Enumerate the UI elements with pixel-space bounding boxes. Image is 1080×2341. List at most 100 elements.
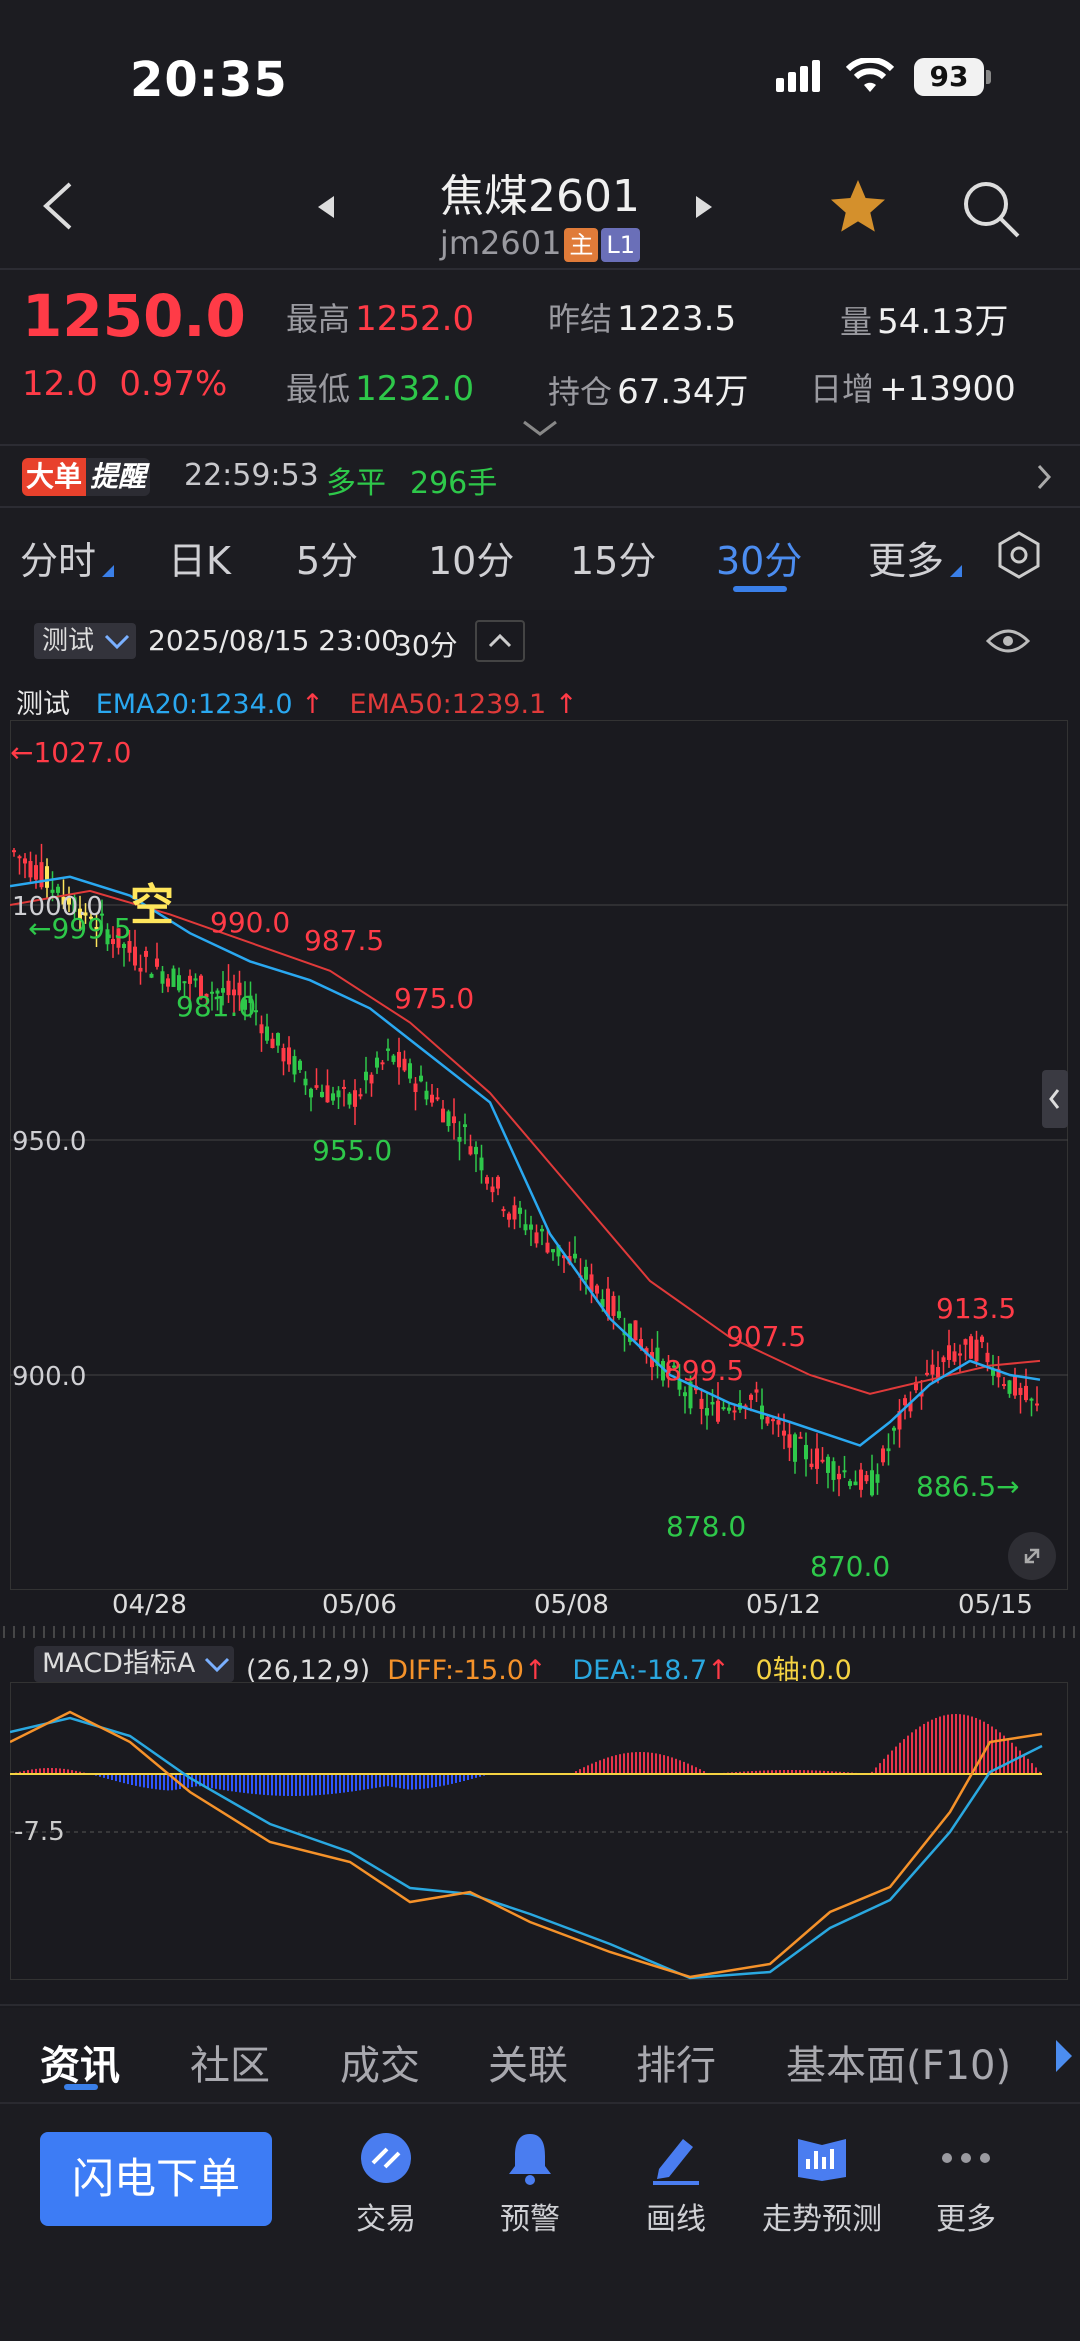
candles — [12, 843, 1039, 1498]
indicator-select[interactable]: 测试 — [34, 623, 136, 659]
collapse-button[interactable] — [475, 620, 525, 662]
page-title: 焦煤2601 — [440, 171, 640, 222]
tab-5min[interactable]: 5分 — [296, 530, 358, 585]
trade-label: 交易 — [356, 2202, 416, 2237]
low-label-981: 981.0 — [176, 990, 256, 1023]
candle-body — [1002, 1384, 1006, 1387]
tab-fundamentals[interactable]: 基本面(F10) — [786, 2033, 1011, 2091]
candle-body — [710, 1401, 715, 1405]
expand-quote-icon[interactable] — [522, 420, 558, 442]
candle-body — [413, 1083, 418, 1093]
candle-body — [441, 1108, 445, 1123]
tab-30min[interactable]: 30分 — [716, 530, 802, 585]
candle-body — [881, 1448, 885, 1463]
macd-chart[interactable]: -7.5 — [10, 1682, 1068, 1980]
prev-settle-field: 昨结 1223.5 — [548, 294, 736, 340]
date-label: 05/15 — [958, 1590, 1033, 1620]
next-contract-icon[interactable] — [694, 196, 712, 222]
candle-body — [903, 1398, 907, 1406]
macd-indicator-label: MACD指标A — [42, 1648, 196, 1679]
chart-settings-icon[interactable] — [994, 530, 1044, 584]
flash-order-button[interactable]: 闪电下单 — [40, 2132, 272, 2226]
more-button[interactable]: 更多 — [896, 2130, 1036, 2238]
candle-body — [1007, 1380, 1012, 1394]
tabs-scroll-right-icon[interactable] — [1054, 2038, 1074, 2078]
price-change: 12.0 0.97% — [22, 364, 227, 404]
candle-body — [358, 1094, 363, 1097]
tab-10min[interactable]: 10分 — [428, 530, 514, 585]
draw-button[interactable]: 画线 — [606, 2130, 746, 2238]
eye-icon[interactable] — [985, 626, 1031, 660]
candle-body — [584, 1266, 588, 1280]
candle-body — [787, 1434, 792, 1448]
date-label: 05/06 — [322, 1590, 397, 1620]
fullscreen-button[interactable] — [1008, 1532, 1056, 1580]
daily-increase-field: 日增 +13900 — [810, 364, 1016, 410]
candle-body — [292, 1056, 297, 1075]
candle-body — [479, 1157, 484, 1171]
candle-body — [529, 1224, 533, 1230]
tab-intraday[interactable]: 分时 — [20, 530, 96, 585]
contract-code: jm2601 — [439, 224, 562, 262]
axis-labels: 1000.0950.0900.0 — [12, 892, 103, 1392]
tab-related[interactable]: 关联 — [488, 2033, 568, 2091]
tab-15min[interactable]: 15分 — [570, 530, 656, 585]
candle-body — [171, 968, 176, 987]
candle-body — [776, 1420, 781, 1425]
status-time: 20:35 — [130, 52, 288, 108]
candle-body — [551, 1249, 555, 1253]
alert-type: 多平 — [326, 466, 386, 501]
candle-body — [925, 1372, 929, 1375]
ema-legend-label: 测试 — [16, 689, 70, 720]
candle-body — [611, 1295, 616, 1316]
candle-body — [160, 971, 165, 984]
search-icon[interactable] — [960, 178, 1022, 244]
candle-body — [523, 1224, 528, 1231]
last-price-label: 886.5→ — [916, 1470, 1020, 1503]
candle-body — [435, 1097, 440, 1100]
min-price-label: ←999.5 — [28, 912, 132, 945]
side-panel-handle[interactable] — [1042, 1070, 1068, 1128]
forecast-button[interactable]: 走势预测 — [752, 2130, 892, 2238]
main-contract-tag: 主 — [564, 228, 599, 262]
candle-body — [573, 1253, 577, 1259]
candle-body — [771, 1419, 775, 1422]
candle-body — [721, 1407, 726, 1410]
trade-button[interactable]: 交易 — [316, 2130, 456, 2238]
price-chart[interactable]: 1000.0950.0900.0 ←1027.0←999.5 990.0987.5… — [10, 720, 1068, 1590]
tab-daily-k[interactable]: 日K — [168, 530, 231, 585]
macd-indicator-select[interactable]: MACD指标A — [34, 1646, 234, 1682]
candle-body — [809, 1463, 814, 1467]
tab-news[interactable]: 资讯 — [40, 2033, 120, 2091]
candle-body — [177, 975, 181, 991]
alert-chevron-right-icon[interactable] — [1036, 464, 1052, 494]
battery-indicator: 93 — [914, 58, 984, 96]
tab-community[interactable]: 社区 — [190, 2033, 270, 2091]
candle-body — [457, 1137, 462, 1142]
max-price-label: ←1027.0 — [10, 736, 131, 769]
time-scrollbar[interactable] — [0, 1622, 1080, 1642]
candle-body — [287, 1047, 291, 1065]
forecast-label: 走势预测 — [762, 2202, 882, 2237]
candle-body — [930, 1364, 935, 1375]
warning-button[interactable]: 预警 — [460, 2130, 600, 2238]
candle-body — [45, 866, 49, 888]
candle-body — [765, 1416, 770, 1424]
candle-body — [853, 1481, 858, 1486]
alert-divider — [0, 506, 1080, 508]
candle-body — [391, 1055, 396, 1062]
candle-body — [325, 1085, 330, 1103]
volume-field: 量 54.13万 — [840, 294, 1008, 343]
chevron-down-icon — [204, 1657, 230, 1672]
high-label-907: 907.5 — [726, 1320, 806, 1353]
candle-body — [936, 1367, 940, 1378]
macd-histogram — [11, 1714, 1041, 1796]
tab-trades[interactable]: 成交 — [340, 2033, 420, 2091]
time-ticks — [3, 1626, 1075, 1638]
price-chart-frame — [10, 720, 1068, 1590]
candle-body — [1013, 1376, 1017, 1396]
daily-increase-value: +13900 — [879, 369, 1016, 409]
favorite-star-icon[interactable] — [828, 178, 888, 240]
tab-more[interactable]: 更多 — [868, 530, 944, 585]
tab-ranking[interactable]: 排行 — [636, 2033, 716, 2091]
